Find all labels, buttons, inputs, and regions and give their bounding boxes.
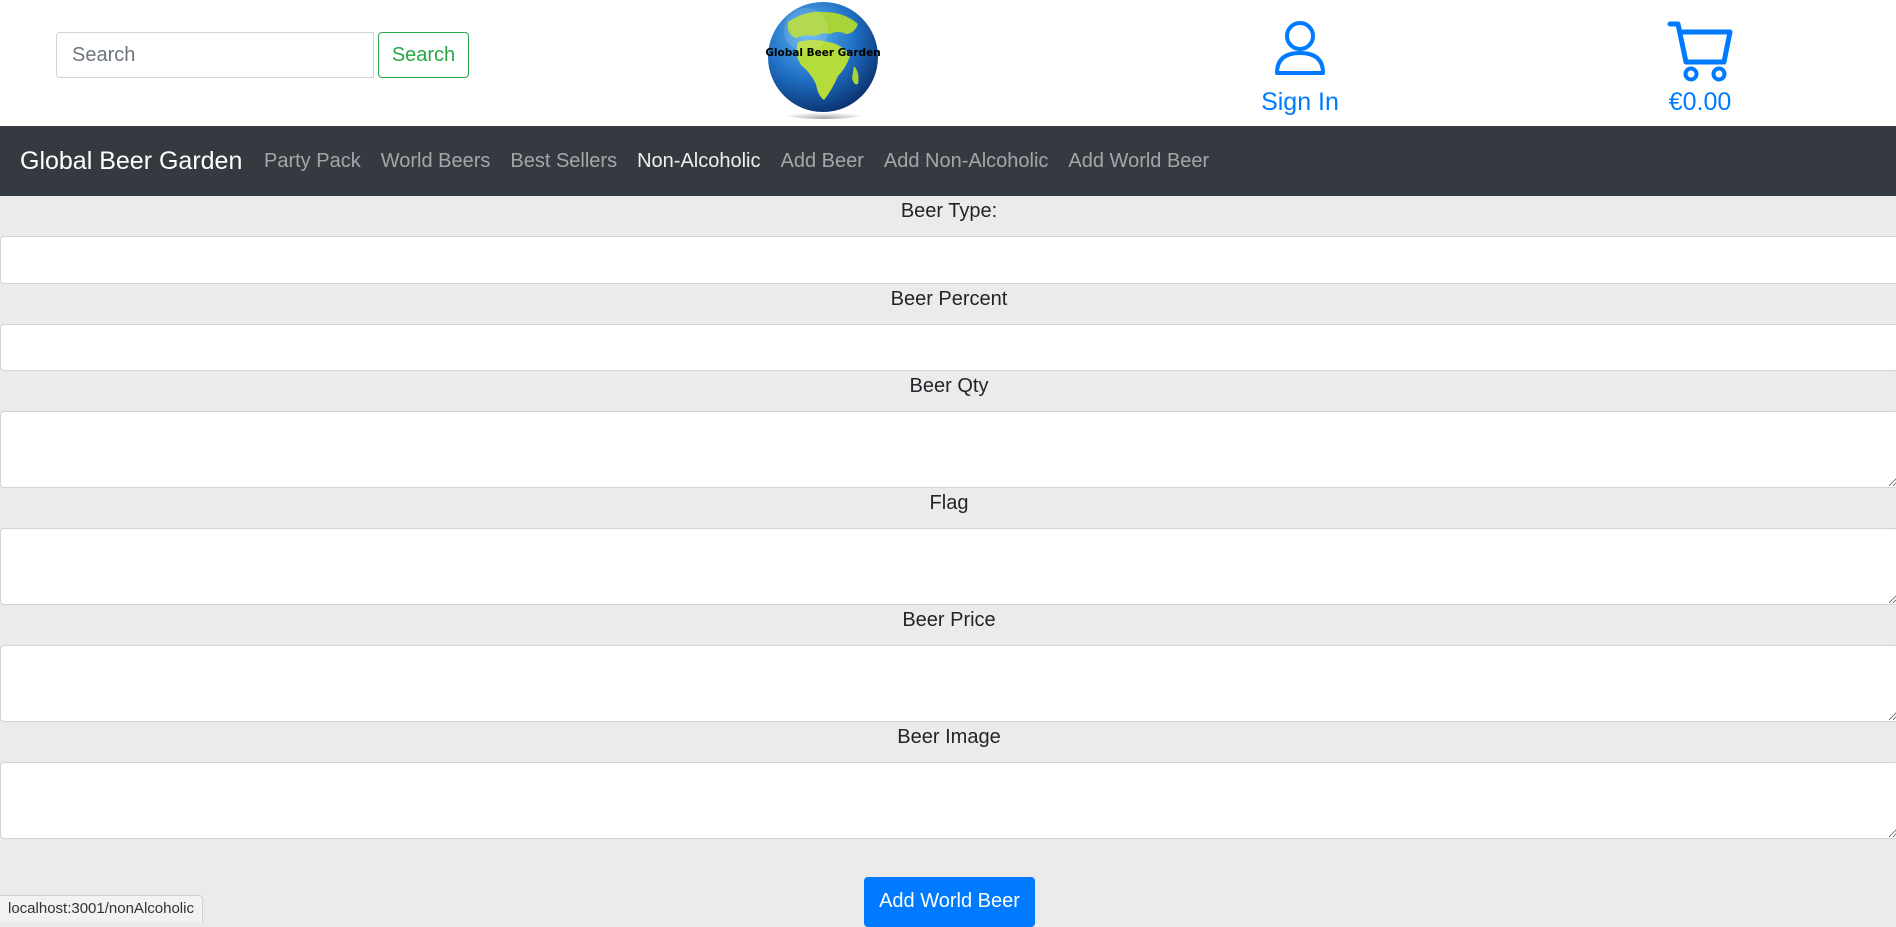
search-button[interactable]: Search	[378, 32, 469, 78]
cart-link[interactable]: €0.00	[1640, 18, 1760, 120]
beer-percent-label: Beer Percent	[890, 288, 1008, 310]
beer-price-label: Beer Price	[902, 609, 996, 631]
globe-logo-icon[interactable]	[758, 0, 888, 120]
nav-link-non-alcoholic[interactable]: Non-Alcoholic	[627, 126, 770, 196]
search-input[interactable]	[56, 32, 374, 78]
status-bar-url: localhost:3001/nonAlcoholic	[0, 895, 203, 922]
user-icon	[1275, 21, 1325, 75]
beer-image-label: Beer Image	[897, 726, 1001, 748]
navbar-brand[interactable]: Global Beer Garden	[20, 126, 242, 196]
flag-label: Flag	[929, 492, 969, 514]
top-header: Search Global Beer Garden Sign In	[0, 0, 1896, 126]
cart-total: €0.00	[1668, 88, 1732, 116]
beer-type-label: Beer Type:	[900, 200, 998, 222]
beer-qty-field[interactable]	[0, 411, 1896, 488]
main-navbar: Global Beer Garden Party Pack World Beer…	[0, 126, 1896, 196]
nav-links: Party Pack World Beers Best Sellers Non-…	[254, 126, 1219, 196]
shopping-cart-icon	[1667, 21, 1733, 82]
beer-type-field[interactable]	[0, 236, 1896, 284]
beer-price-field[interactable]	[0, 645, 1896, 722]
sign-in-link[interactable]: Sign In	[1240, 20, 1360, 120]
beer-percent-field[interactable]	[0, 324, 1896, 371]
sign-in-label: Sign In	[1261, 88, 1339, 116]
beer-qty-label: Beer Qty	[909, 375, 989, 397]
flag-field[interactable]	[0, 528, 1896, 605]
nav-link-add-world-beer[interactable]: Add World Beer	[1058, 126, 1219, 196]
add-world-beer-button[interactable]: Add World Beer	[864, 877, 1035, 927]
nav-link-world-beers[interactable]: World Beers	[371, 126, 501, 196]
nav-link-party-pack[interactable]: Party Pack	[254, 126, 371, 196]
beer-image-field[interactable]	[0, 762, 1896, 839]
nav-link-best-sellers[interactable]: Best Sellers	[500, 126, 627, 196]
nav-link-add-non-alcoholic[interactable]: Add Non-Alcoholic	[874, 126, 1059, 196]
logo-text: Global Beer Garden	[765, 47, 881, 59]
nav-link-add-beer[interactable]: Add Beer	[770, 126, 873, 196]
